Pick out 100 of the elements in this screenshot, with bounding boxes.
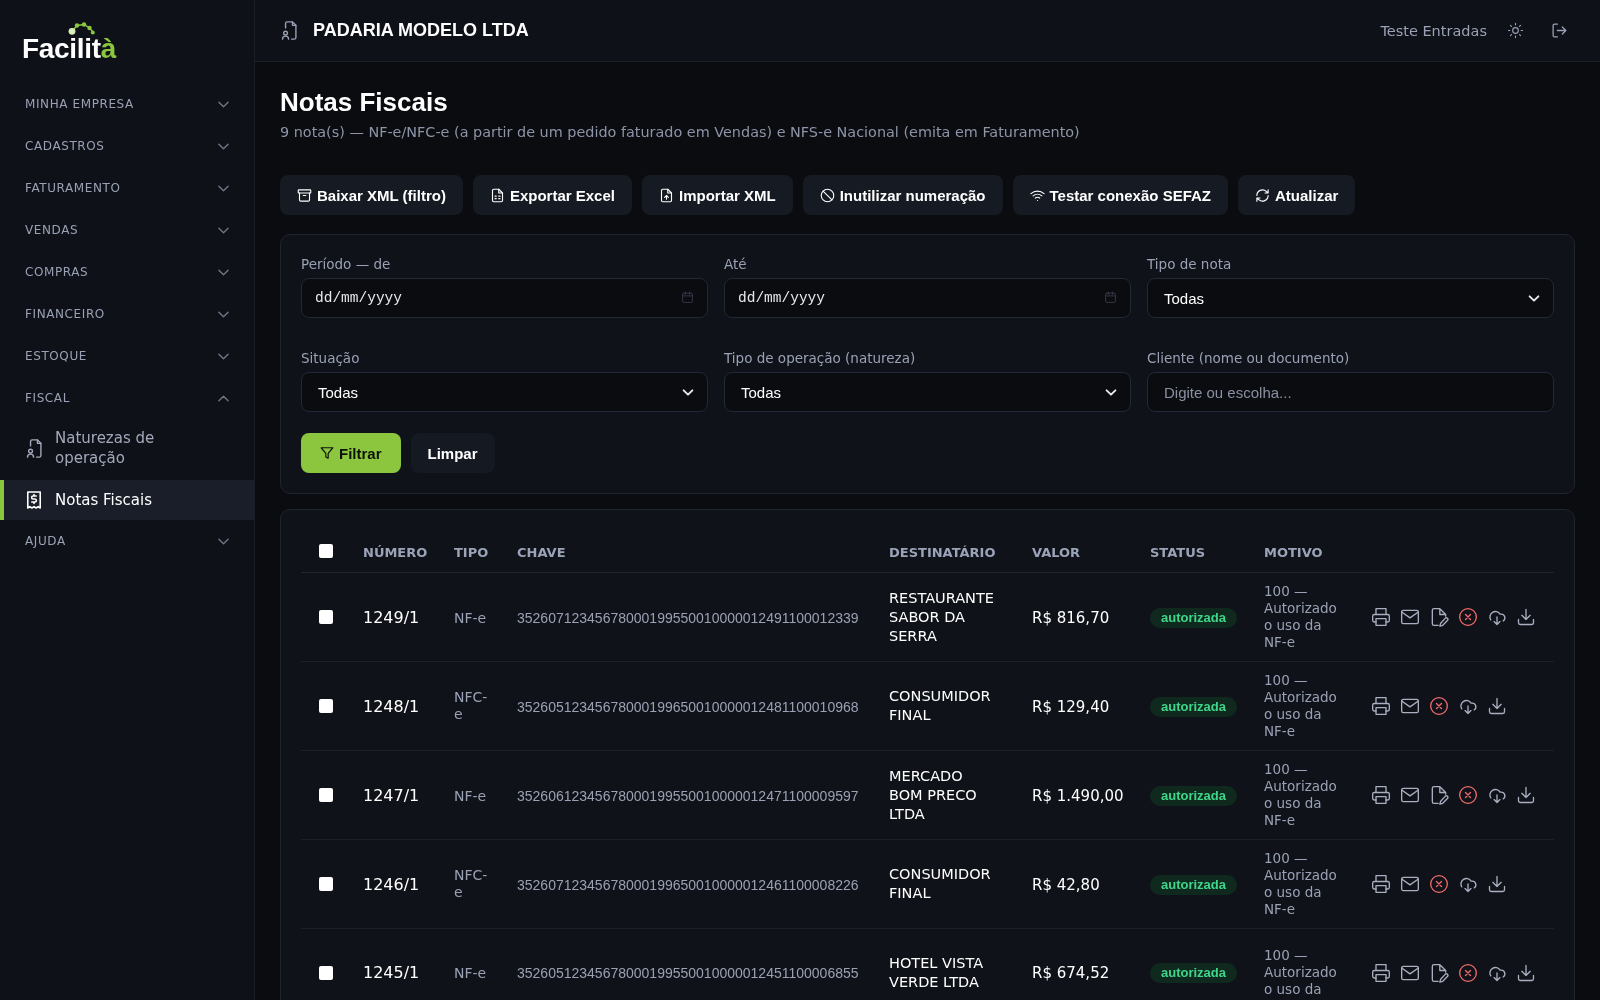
mail-icon[interactable] <box>1400 696 1420 716</box>
printer-icon[interactable] <box>1371 962 1391 983</box>
x-circle-icon[interactable] <box>1429 696 1449 716</box>
invoice-type: NFC-e <box>454 689 489 723</box>
invoice-number: 1245/1 <box>363 963 420 982</box>
column-header: DESTINATÁRIO <box>889 544 996 560</box>
field-label: Até <box>724 255 747 273</box>
edit-document-icon[interactable] <box>1429 962 1449 983</box>
recipient-name: HOTEL VISTA VERDE LTDA <box>889 953 985 992</box>
checkbox[interactable] <box>319 699 333 713</box>
access-key: 35260512345678000199650010000012481100010968 <box>517 698 859 715</box>
x-circle-icon[interactable] <box>1458 785 1478 805</box>
menu-item[interactable]: FINANCEIRO <box>0 293 254 335</box>
recipient-name: CONSUMIDOR FINAL <box>889 687 992 725</box>
amount: R$ 1.490,00 <box>1032 786 1124 805</box>
mail-icon[interactable] <box>1400 607 1420 627</box>
invoice-type: NFC-e <box>454 867 489 901</box>
checkbox[interactable] <box>319 877 333 891</box>
select-field[interactable]: Todas <box>1147 278 1554 318</box>
text-field[interactable]: Digite ou escolha... <box>1147 372 1554 412</box>
column-header: TIPO <box>454 544 489 560</box>
user-document-icon <box>26 438 42 458</box>
checkbox[interactable] <box>319 788 333 802</box>
menu-item[interactable]: VENDAS <box>0 209 254 251</box>
field-label: Tipo de nota <box>1147 255 1232 273</box>
field-label: Situação <box>301 349 360 367</box>
toolbar-button[interactable]: Exportar Excel <box>472 175 632 215</box>
edit-document-icon[interactable] <box>1429 785 1449 805</box>
access-key: 35260512345678000199550010000012451100006855 <box>517 965 859 981</box>
mail-icon[interactable] <box>1400 874 1420 894</box>
date-field[interactable]: dd/mm/yyyy <box>301 278 708 318</box>
refresh-icon <box>1255 187 1270 203</box>
menu-item[interactable]: Naturezas de operação <box>0 419 254 477</box>
menu-item[interactable]: FISCAL <box>0 377 254 419</box>
checkbox[interactable] <box>319 965 333 980</box>
toolbar-button[interactable]: Inutilizar numeração <box>802 175 1003 215</box>
menu-item[interactable]: COMPRAS <box>0 251 254 293</box>
download-icon[interactable] <box>1516 785 1536 805</box>
date-field[interactable]: dd/mm/yyyy <box>724 278 1131 318</box>
x-circle-icon[interactable] <box>1458 962 1478 983</box>
printer-icon[interactable] <box>1371 696 1391 716</box>
clear-button[interactable]: Limpar <box>410 433 495 473</box>
menu-item[interactable]: CADASTROS <box>0 125 254 167</box>
toolbar-button[interactable]: Importar XML <box>641 175 793 215</box>
logout-icon[interactable] <box>1551 22 1568 39</box>
edit-document-icon[interactable] <box>1429 607 1449 627</box>
menu-item[interactable]: MINHA EMPRESA <box>0 83 254 125</box>
invoice-number: 1248/1 <box>363 696 420 716</box>
field-label: Tipo de operação (natureza) <box>724 349 916 367</box>
field-label: Período — de <box>301 255 391 273</box>
menu-item[interactable]: AJUDA <box>0 520 254 562</box>
printer-icon[interactable] <box>1371 874 1391 894</box>
toolbar-button[interactable]: Testar conexão SEFAZ <box>1012 175 1228 215</box>
mail-icon[interactable] <box>1400 785 1420 805</box>
checkbox[interactable] <box>319 544 333 558</box>
archive-icon <box>297 187 312 203</box>
menu-item[interactable]: FATURAMENTO <box>0 167 254 209</box>
download-icon[interactable] <box>1516 607 1536 627</box>
printer-icon[interactable] <box>1371 607 1391 627</box>
menu-item[interactable]: ESTOQUE <box>0 335 254 377</box>
column-header: MOTIVO <box>1264 544 1323 560</box>
status-badge: autorizada <box>1150 696 1237 717</box>
amount: R$ 816,70 <box>1032 608 1110 627</box>
select-field[interactable]: Todas <box>301 372 708 412</box>
spreadsheet-icon <box>489 187 505 203</box>
recipient-name: CONSUMIDOR FINAL <box>889 865 992 903</box>
user-document-icon <box>281 21 297 40</box>
download-icon[interactable] <box>1487 874 1507 894</box>
page-title: Notas Fiscais <box>280 86 449 118</box>
printer-icon[interactable] <box>1371 785 1391 805</box>
status-reason: 100 — Autorizado o uso da NF-e <box>1264 761 1338 829</box>
amount: R$ 674,52 <box>1032 964 1110 982</box>
recipient-name: RESTAURANTE SABOR DA SERRA <box>889 588 995 646</box>
checkbox[interactable] <box>319 610 333 624</box>
filter-button[interactable]: Filtrar <box>301 433 401 473</box>
filter-icon <box>320 446 334 460</box>
invoice-type: NF-e <box>454 787 487 805</box>
recipient-name: MERCADO BOM PRECO LTDA <box>889 766 978 824</box>
download-icon[interactable] <box>1487 696 1507 716</box>
column-header: NÚMERO <box>363 544 428 560</box>
column-header: STATUS <box>1150 544 1206 560</box>
calendar-icon <box>1104 291 1117 304</box>
user-name: Teste Entradas <box>1380 22 1487 39</box>
download-icon[interactable] <box>1516 962 1536 983</box>
logo: Facilità <box>22 35 117 63</box>
sun-icon[interactable] <box>1507 22 1524 39</box>
x-circle-icon[interactable] <box>1458 607 1478 627</box>
toolbar-button[interactable]: Baixar XML (filtro) <box>280 175 463 215</box>
column-header: CHAVE <box>517 544 566 560</box>
toolbar-button[interactable]: Atualizar <box>1238 175 1356 215</box>
status-reason: 100 — Autorizado o uso da NF-e <box>1264 672 1338 740</box>
status-reason: 100 — Autorizado o uso da NF-e <box>1264 850 1338 918</box>
amount: R$ 42,80 <box>1032 875 1100 894</box>
status-badge: autorizada <box>1150 607 1237 628</box>
company-name: PADARIA MODELO LTDA <box>313 20 529 41</box>
page-subtitle: 9 nota(s) — NF-e/NFC-e (a partir de um pedido faturado em Vendas) e NFS-e Nacional (emita em Faturamento) <box>280 123 1081 142</box>
x-circle-icon[interactable] <box>1429 874 1449 894</box>
menu-item[interactable]: Notas Fiscais <box>0 480 254 520</box>
select-field[interactable]: Todas <box>724 372 1131 412</box>
invoice-type: NF-e <box>454 965 487 982</box>
